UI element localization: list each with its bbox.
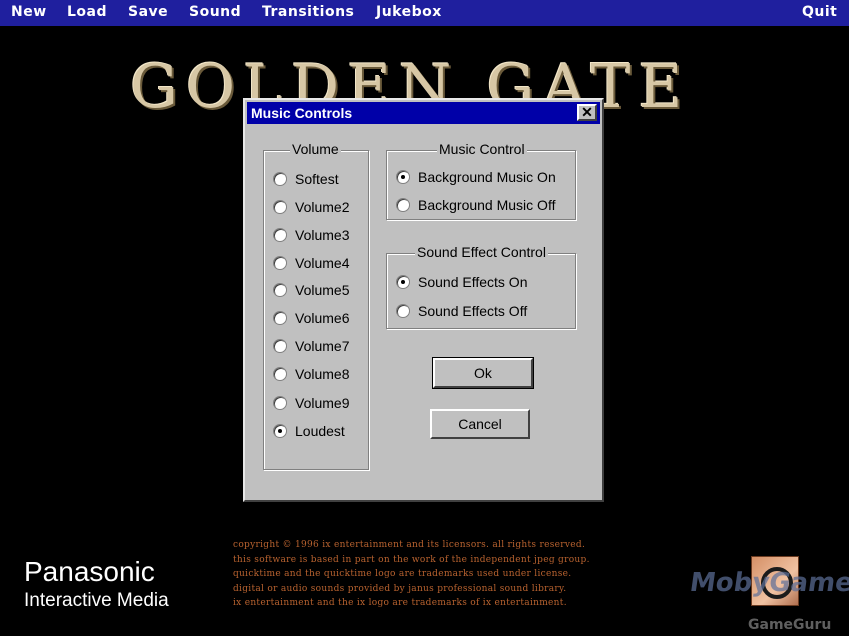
music-control-group: Music Control Background Music On Backgr… bbox=[386, 141, 576, 220]
close-icon[interactable]: ✕ bbox=[577, 104, 597, 121]
gameguru-watermark: GameGuru bbox=[748, 617, 832, 633]
radio-icon[interactable] bbox=[273, 256, 287, 270]
copyright-line: QUICKTIME AND THE QUICKTIME LOGO ARE TRA… bbox=[233, 569, 572, 579]
volume-option-label: Volume3 bbox=[295, 227, 350, 243]
radio-icon[interactable] bbox=[396, 304, 410, 318]
radio-icon[interactable] bbox=[273, 367, 287, 381]
radio-icon[interactable] bbox=[273, 339, 287, 353]
menu-save[interactable]: Save bbox=[128, 4, 168, 20]
sound-effects-off-option[interactable]: Sound Effects Off bbox=[396, 303, 527, 319]
volume-option-9[interactable]: Volume9 bbox=[273, 395, 349, 411]
volume-option-loudest[interactable]: Loudest bbox=[273, 423, 345, 439]
volume-option-3[interactable]: Volume3 bbox=[273, 227, 349, 243]
copyright-line: COPYRIGHT © 1996 IX ENTERTAINMENT AND IT… bbox=[233, 540, 586, 550]
menu-new[interactable]: New bbox=[11, 4, 47, 20]
menu-load[interactable]: Load bbox=[67, 4, 107, 20]
volume-option-label: Volume7 bbox=[295, 338, 350, 354]
copyright-line: IX ENTERTAINMENT AND THE IX LOGO ARE TRA… bbox=[233, 598, 567, 608]
sfx-option-label: Sound Effects Off bbox=[418, 303, 528, 319]
music-option-label: Background Music Off bbox=[418, 197, 556, 213]
volume-option-label: Volume6 bbox=[295, 310, 350, 326]
volume-group: Volume Softest Volume2 Volume3 Volume4 V… bbox=[263, 141, 369, 470]
radio-icon[interactable] bbox=[273, 311, 287, 325]
menu-jukebox[interactable]: Jukebox bbox=[376, 4, 442, 20]
volume-option-label: Volume8 bbox=[295, 366, 350, 382]
panasonic-logo-text: Panasonic bbox=[24, 556, 155, 587]
ok-button[interactable]: Ok bbox=[432, 357, 534, 389]
sound-effects-on-option[interactable]: Sound Effects On bbox=[396, 274, 527, 290]
menu-sound[interactable]: Sound bbox=[189, 4, 241, 20]
radio-icon[interactable] bbox=[273, 396, 287, 410]
sfx-option-label: Sound Effects On bbox=[418, 274, 528, 290]
volume-option-label: Loudest bbox=[295, 423, 345, 439]
radio-icon[interactable] bbox=[396, 198, 410, 212]
volume-option-6[interactable]: Volume6 bbox=[273, 310, 349, 326]
copyright-notice: COPYRIGHT © 1996 IX ENTERTAINMENT AND IT… bbox=[233, 538, 733, 611]
background-music-on-option[interactable]: Background Music On bbox=[396, 169, 556, 185]
volume-group-label: Volume bbox=[290, 141, 341, 157]
radio-icon[interactable] bbox=[396, 275, 410, 289]
interactive-media-text: Interactive Media bbox=[24, 590, 169, 611]
sound-effect-group-label: Sound Effect Control bbox=[415, 244, 548, 260]
radio-icon[interactable] bbox=[273, 172, 287, 186]
copyright-line: DIGITAL OR AUDIO SOUNDS PROVIDED BY JANU… bbox=[233, 583, 567, 594]
volume-option-8[interactable]: Volume8 bbox=[273, 366, 349, 382]
dialog-title: Music Controls bbox=[251, 105, 353, 121]
volume-option-4[interactable]: Volume4 bbox=[273, 255, 349, 271]
radio-icon[interactable] bbox=[396, 170, 410, 184]
menu-bar: New Load Save Sound Transitions Jukebox … bbox=[0, 0, 849, 26]
radio-icon[interactable] bbox=[273, 424, 287, 438]
radio-icon[interactable] bbox=[273, 228, 287, 242]
music-control-group-label: Music Control bbox=[437, 141, 527, 157]
volume-option-2[interactable]: Volume2 bbox=[273, 199, 349, 215]
volume-option-label: Volume5 bbox=[295, 282, 350, 298]
volume-option-label: Volume2 bbox=[295, 199, 350, 215]
volume-option-softest[interactable]: Softest bbox=[273, 171, 339, 187]
mobygames-watermark: MobyGames bbox=[687, 568, 849, 598]
menu-transitions[interactable]: Transitions bbox=[262, 4, 354, 20]
background-music-off-option[interactable]: Background Music Off bbox=[396, 197, 555, 213]
volume-option-label: Softest bbox=[295, 171, 339, 187]
volume-option-label: Volume4 bbox=[295, 255, 350, 271]
radio-icon[interactable] bbox=[273, 283, 287, 297]
music-controls-dialog: Music Controls ✕ Volume Softest Volume2 … bbox=[243, 98, 604, 502]
radio-icon[interactable] bbox=[273, 200, 287, 214]
cancel-button[interactable]: Cancel bbox=[430, 409, 530, 439]
volume-option-5[interactable]: Volume5 bbox=[273, 282, 349, 298]
music-option-label: Background Music On bbox=[418, 169, 556, 185]
copyright-line: THIS SOFTWARE IS BASED IN PART ON THE WO… bbox=[233, 554, 590, 565]
dialog-titlebar[interactable]: Music Controls ✕ bbox=[247, 102, 600, 124]
volume-option-7[interactable]: Volume7 bbox=[273, 338, 349, 354]
sound-effect-control-group: Sound Effect Control Sound Effects On So… bbox=[386, 244, 576, 329]
volume-option-label: Volume9 bbox=[295, 395, 350, 411]
menu-quit[interactable]: Quit bbox=[802, 4, 837, 20]
